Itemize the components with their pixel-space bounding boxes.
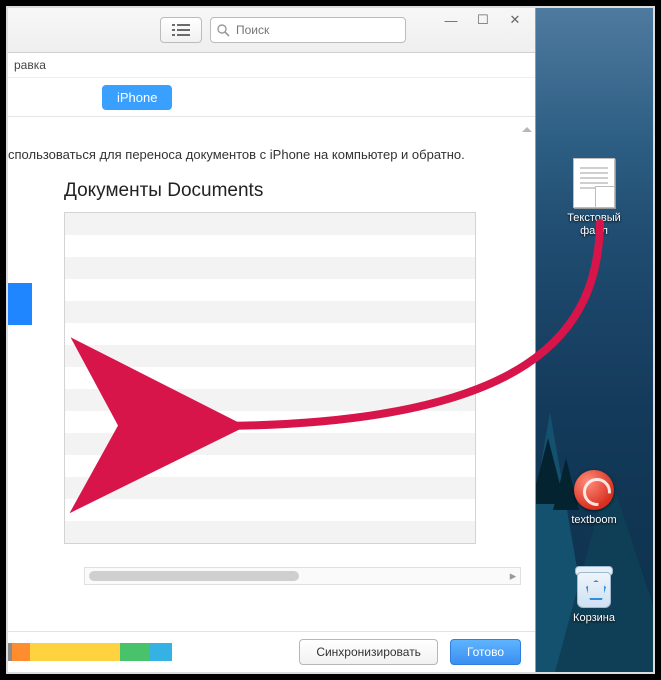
desktop-bin-label: Корзина	[562, 612, 626, 625]
list-item[interactable]	[65, 367, 475, 389]
screenshot-frame: Текстовый файл textboom Корзина	[6, 6, 655, 674]
desktop-app-icon[interactable]: textboom	[562, 470, 626, 527]
list-item[interactable]	[65, 279, 475, 301]
list-item[interactable]	[65, 345, 475, 367]
horizontal-scrollbar[interactable]: ▸	[84, 567, 521, 585]
device-pill-iphone[interactable]: iPhone	[102, 85, 172, 110]
menubar-item[interactable]: равка	[14, 58, 46, 72]
scroll-thumb[interactable]	[89, 571, 299, 581]
list-item[interactable]	[65, 235, 475, 257]
description-text: спользоваться для переноса документов с …	[8, 147, 517, 162]
list-item[interactable]	[65, 257, 475, 279]
footer-bar: Синхронизировать Готово	[8, 631, 535, 672]
search-icon	[217, 24, 230, 37]
list-view-button[interactable]	[160, 17, 202, 43]
desktop-recycle-bin[interactable]: Корзина	[562, 564, 626, 625]
desktop-file-icon[interactable]: Текстовый файл	[562, 158, 626, 237]
titlebar: — ☐ ✕	[8, 8, 535, 53]
list-item[interactable]	[65, 455, 475, 477]
window-close-button[interactable]: ✕	[501, 10, 529, 30]
recycle-bin-icon	[575, 564, 613, 608]
desktop-app-label: textboom	[562, 514, 626, 527]
list-item[interactable]	[65, 301, 475, 323]
textboom-icon	[574, 470, 614, 510]
list-item[interactable]	[65, 521, 475, 543]
text-file-icon	[573, 158, 615, 208]
scroll-right-icon[interactable]: ▸	[506, 568, 520, 584]
list-item[interactable]	[65, 433, 475, 455]
list-icon	[172, 24, 190, 36]
sidebar-selection[interactable]	[8, 283, 32, 325]
documents-list[interactable]	[64, 212, 476, 544]
device-row: iPhone	[8, 78, 535, 116]
desktop-background: Текстовый файл textboom Корзина	[535, 8, 653, 672]
search-input[interactable]	[234, 22, 399, 38]
itunes-window: — ☐ ✕ равка iPhone спользоваться для пер…	[8, 8, 536, 672]
list-item[interactable]	[65, 477, 475, 499]
desktop-file-label: Текстовый файл	[562, 212, 626, 237]
section-title: Документы Documents	[64, 180, 517, 202]
menubar[interactable]: равка	[8, 53, 535, 78]
list-item[interactable]	[65, 411, 475, 433]
list-item[interactable]	[65, 213, 475, 235]
list-item[interactable]	[65, 323, 475, 345]
list-item[interactable]	[65, 389, 475, 411]
window-maximize-button[interactable]: ☐	[469, 10, 497, 30]
list-item[interactable]	[65, 499, 475, 521]
content-area: спользоваться для переноса документов с …	[8, 117, 535, 631]
window-minimize-button[interactable]: —	[437, 10, 465, 30]
storage-usage-bar	[6, 643, 174, 661]
sync-button[interactable]: Синхронизировать	[299, 639, 438, 665]
done-button[interactable]: Готово	[450, 639, 521, 665]
search-field[interactable]	[210, 17, 406, 43]
